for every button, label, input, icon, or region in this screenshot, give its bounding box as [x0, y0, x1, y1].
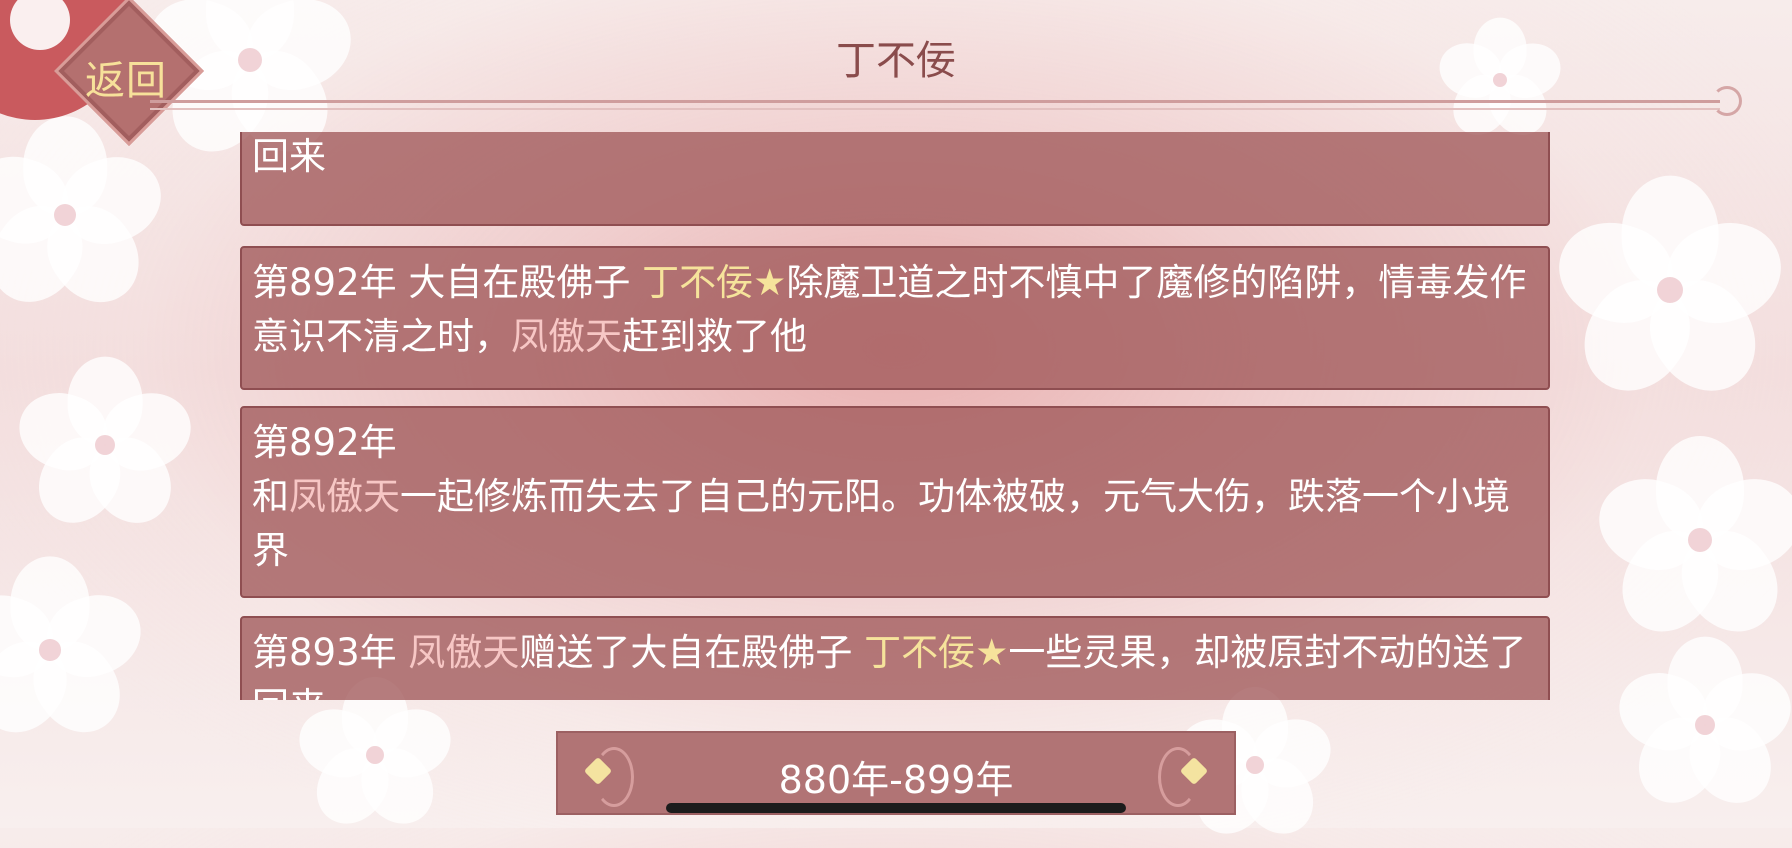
- event-text: 一些灵果，却被原封不动的送了回来: [252, 135, 326, 178]
- event-card: 第893年 凤傲天赠送了大自在殿佛子 丁不佞★一些灵果，却被原封不动的送了回来: [240, 616, 1550, 700]
- event-card: 第893年 凤傲天赠送了大自在殿佛子 丁不佞★一些灵果，却被原封不动的送了回来: [240, 132, 1550, 226]
- background-flower-decoration: [1546, 175, 1792, 411]
- event-card: 第892年 大自在殿佛子 丁不佞★除魔卫道之时不慎中了魔修的陷阱，情毒发作意识不…: [240, 246, 1550, 390]
- event-text: 赠送了大自在殿佛子: [519, 631, 865, 674]
- home-indicator[interactable]: [666, 803, 1126, 813]
- player-name-highlight: 凤傲天: [408, 631, 520, 674]
- event-card: 第892年和凤傲天一起修炼而失去了自己的元阳。功体被破，元气大伤，跌落一个小境界: [240, 406, 1550, 598]
- event-text: 赶到救了他: [622, 315, 807, 358]
- npc-name-highlight: 丁不佞★: [864, 631, 1009, 674]
- background-flower-decoration: [1609, 636, 1792, 819]
- background-flower-decoration: [0, 116, 172, 320]
- next-year-range-button[interactable]: [1158, 741, 1218, 809]
- background-flower-decoration: [9, 356, 201, 539]
- swirl-ornament-icon: [1712, 86, 1742, 116]
- event-text: 第893年: [252, 631, 409, 674]
- player-name-highlight: 凤傲天: [289, 475, 400, 518]
- page-title: 丁不佞: [836, 38, 956, 84]
- title-divider: [150, 100, 1720, 103]
- npc-name-highlight: 丁不佞★: [642, 261, 787, 304]
- background-flower-decoration: [0, 556, 152, 749]
- background-flower-decoration: [290, 677, 460, 838]
- event-text: 和: [252, 475, 289, 518]
- year-range-label: 880年-899年: [778, 758, 1014, 802]
- title-divider: [150, 108, 1720, 110]
- player-name-highlight: 凤傲天: [511, 315, 622, 358]
- event-text: 一起修炼而失去了自己的元阳。功体被破，元气大伤，跌落一个小境界: [252, 475, 1510, 572]
- event-text: 第892年 大自在殿佛子: [252, 261, 643, 304]
- event-text: 第892年: [252, 421, 397, 464]
- background-flower-decoration: [1587, 436, 1792, 651]
- event-list[interactable]: 第893年 凤傲天赠送了大自在殿佛子 丁不佞★一些灵果，却被原封不动的送了回来 …: [238, 132, 1554, 700]
